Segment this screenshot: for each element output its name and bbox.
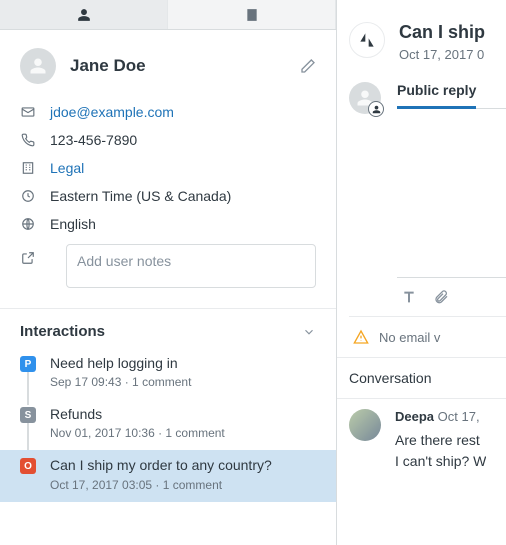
- reply-textarea[interactable]: [397, 108, 506, 278]
- tab-user[interactable]: [0, 0, 168, 29]
- status-badge-open: O: [20, 458, 36, 474]
- message-author: Deepa: [395, 409, 434, 424]
- status-badge-pending: P: [20, 356, 36, 372]
- user-name[interactable]: Jane Doe: [70, 56, 300, 76]
- user-avatar: [20, 48, 56, 84]
- person-icon: [29, 57, 47, 75]
- role-badge: [368, 101, 384, 117]
- org-link[interactable]: Legal: [50, 160, 84, 176]
- message-time: Oct 17,: [438, 409, 480, 424]
- message: Deepa Oct 17, Are there rest I can't shi…: [337, 398, 506, 472]
- interaction-item[interactable]: P Need help logging in Sep 17 09:43 · 1 …: [0, 348, 336, 399]
- mail-icon: [20, 104, 36, 120]
- tab-public-reply[interactable]: Public reply: [397, 82, 476, 109]
- conversation-header: Conversation: [337, 357, 506, 398]
- warning-icon: [353, 329, 369, 345]
- interaction-meta: Oct 17, 2017 03:05 · 1 comment: [50, 478, 272, 492]
- reply-block: Public reply: [337, 76, 506, 316]
- notes-textarea[interactable]: [66, 244, 316, 288]
- brand-icon: [357, 30, 377, 50]
- ticket-title: Can I ship: [399, 22, 485, 43]
- detail-language: English: [20, 210, 316, 238]
- paperclip-icon: [433, 289, 449, 305]
- ticket-header: Can I ship Oct 17, 2017 0: [337, 0, 506, 76]
- interactions-header[interactable]: Interactions: [0, 309, 336, 348]
- ticket-meta: Oct 17, 2017 0: [399, 47, 485, 62]
- chevron-down-icon: [302, 325, 316, 339]
- org-icon: [20, 160, 36, 176]
- warning-text: No email v: [379, 330, 440, 345]
- requester-avatar: [349, 409, 381, 441]
- phone-icon: [20, 132, 36, 148]
- profile-header: Jane Doe: [0, 30, 336, 94]
- clock-icon: [20, 188, 36, 204]
- interaction-item-active[interactable]: O Can I ship my order to any country? Oc…: [0, 450, 336, 501]
- email-link[interactable]: jdoe@example.com: [50, 104, 174, 120]
- interactions-section: Interactions P Need help logging in Sep …: [0, 308, 336, 502]
- detail-timezone: Eastern Time (US & Canada): [20, 182, 316, 210]
- reply-toolbar: [397, 278, 506, 316]
- interaction-title: Refunds: [50, 405, 225, 423]
- sidebar-tabs: [0, 0, 336, 30]
- pencil-icon: [300, 58, 316, 74]
- warning-row: No email v: [349, 316, 506, 357]
- detail-notes: [20, 238, 316, 294]
- interaction-meta: Nov 01, 2017 10:36 · 1 comment: [50, 426, 225, 440]
- interaction-meta: Sep 17 09:43 · 1 comment: [50, 375, 191, 389]
- detail-email: jdoe@example.com: [20, 98, 316, 126]
- building-icon: [245, 8, 259, 22]
- edit-button[interactable]: [300, 58, 316, 74]
- user-details: jdoe@example.com 123-456-7890 Legal East…: [0, 94, 336, 308]
- interactions-heading: Interactions: [20, 323, 302, 340]
- detail-org: Legal: [20, 154, 316, 182]
- brand-avatar: [349, 22, 385, 58]
- attachment-button[interactable]: [433, 289, 449, 305]
- text-icon: [401, 289, 417, 305]
- status-badge-solved: S: [20, 407, 36, 423]
- interaction-item[interactable]: S Refunds Nov 01, 2017 10:36 · 1 comment: [0, 399, 336, 450]
- tab-org[interactable]: [168, 0, 336, 29]
- user-icon: [77, 8, 91, 22]
- ticket-pane: Can I ship Oct 17, 2017 0 Public reply: [337, 0, 506, 545]
- agent-avatar: [349, 82, 381, 114]
- message-line: Are there rest: [395, 430, 486, 451]
- interaction-title: Can I ship my order to any country?: [50, 456, 272, 474]
- globe-icon: [20, 216, 36, 232]
- sidebar: Jane Doe jdoe@example.com 123-456-7890: [0, 0, 337, 545]
- text-format-button[interactable]: [401, 289, 417, 305]
- phone-value: 123-456-7890: [50, 132, 137, 148]
- interaction-title: Need help logging in: [50, 354, 191, 372]
- timezone-value: Eastern Time (US & Canada): [50, 188, 231, 204]
- language-value: English: [50, 216, 96, 232]
- message-line: I can't ship? W: [395, 451, 486, 472]
- person-icon: [372, 105, 381, 114]
- detail-phone: 123-456-7890: [20, 126, 316, 154]
- note-icon: [20, 250, 36, 266]
